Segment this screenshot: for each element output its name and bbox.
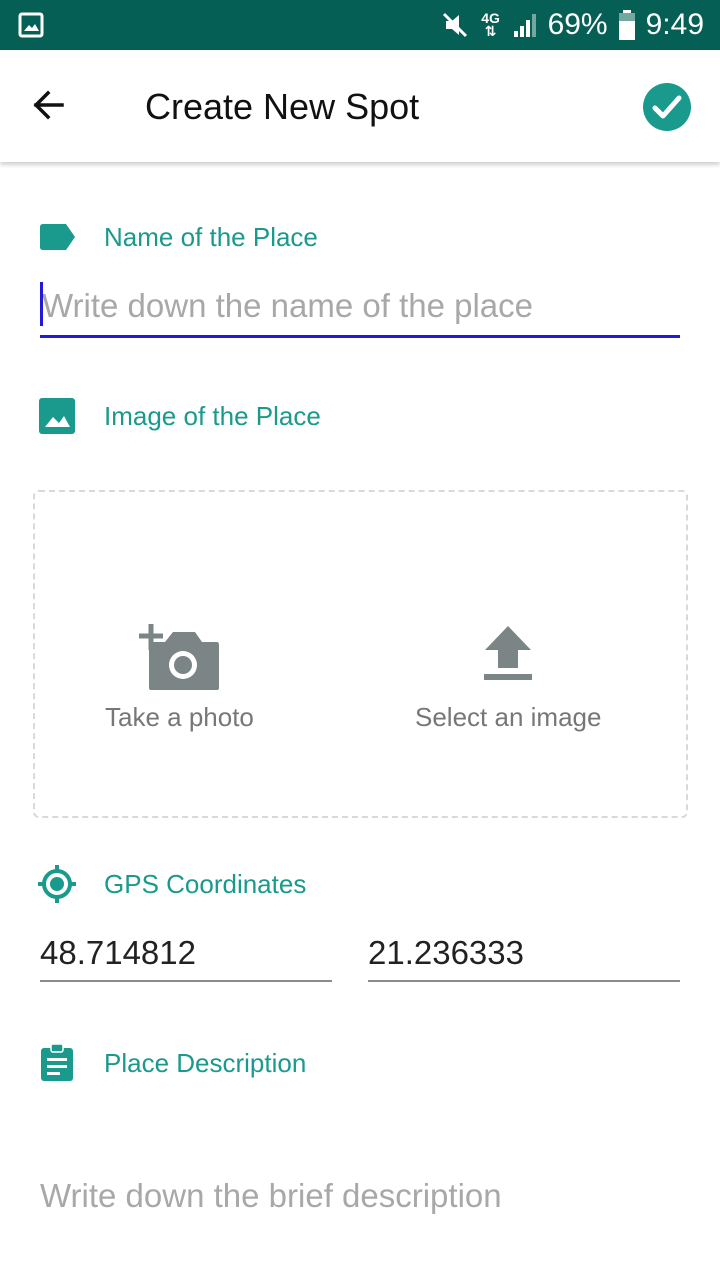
text-cursor — [40, 282, 43, 326]
description-section-label: Place Description — [104, 1047, 307, 1078]
gps-section-header: GPS Coordinates — [38, 864, 306, 904]
latitude-input[interactable] — [40, 926, 332, 980]
latitude-field[interactable] — [40, 926, 332, 982]
battery-percent: 69% — [547, 8, 608, 41]
status-right: 4G ⇅ 69% 9:49 — [440, 0, 704, 50]
longitude-field[interactable] — [368, 926, 680, 982]
battery-icon — [618, 10, 635, 40]
label-icon — [40, 224, 75, 250]
network-4g-icon: 4G ⇅ — [480, 11, 502, 39]
check-circle-icon[interactable] — [643, 83, 691, 131]
page-title: Create New Spot — [145, 86, 420, 127]
image-icon — [39, 398, 75, 434]
signal-icon — [513, 14, 536, 37]
place-name-input[interactable] — [40, 278, 680, 334]
image-section-header: Image of the Place — [38, 396, 321, 436]
data-arrows: ⇅ — [484, 23, 497, 39]
image-icon — [18, 12, 44, 38]
upload-icon — [484, 626, 533, 680]
app-bar: Create New Spot — [0, 50, 720, 162]
name-field[interactable] — [40, 278, 680, 338]
description-section-header: Place Description — [38, 1043, 306, 1083]
take-photo-label: Take a photo — [105, 702, 254, 732]
select-image-button[interactable]: Select an image — [415, 622, 601, 733]
image-picker: Take a photo Select an image — [33, 490, 688, 818]
clipboard-icon — [41, 1044, 73, 1081]
description-input[interactable] — [40, 1166, 680, 1226]
add-camera-icon — [139, 624, 220, 690]
image-section-label: Image of the Place — [104, 400, 321, 431]
longitude-input[interactable] — [368, 926, 680, 980]
arrow-back-icon[interactable] — [28, 84, 70, 126]
gps-target-icon — [38, 865, 76, 903]
name-section-header: Name of the Place — [38, 217, 318, 257]
mute-icon — [442, 12, 467, 38]
clock: 9:49 — [645, 8, 704, 41]
gps-section-label: GPS Coordinates — [104, 868, 307, 899]
status-bar: 4G ⇅ 69% 9:49 — [0, 0, 720, 50]
name-section-label: Name of the Place — [104, 221, 318, 252]
select-image-label: Select an image — [415, 702, 602, 732]
take-photo-button[interactable]: Take a photo — [105, 622, 254, 733]
